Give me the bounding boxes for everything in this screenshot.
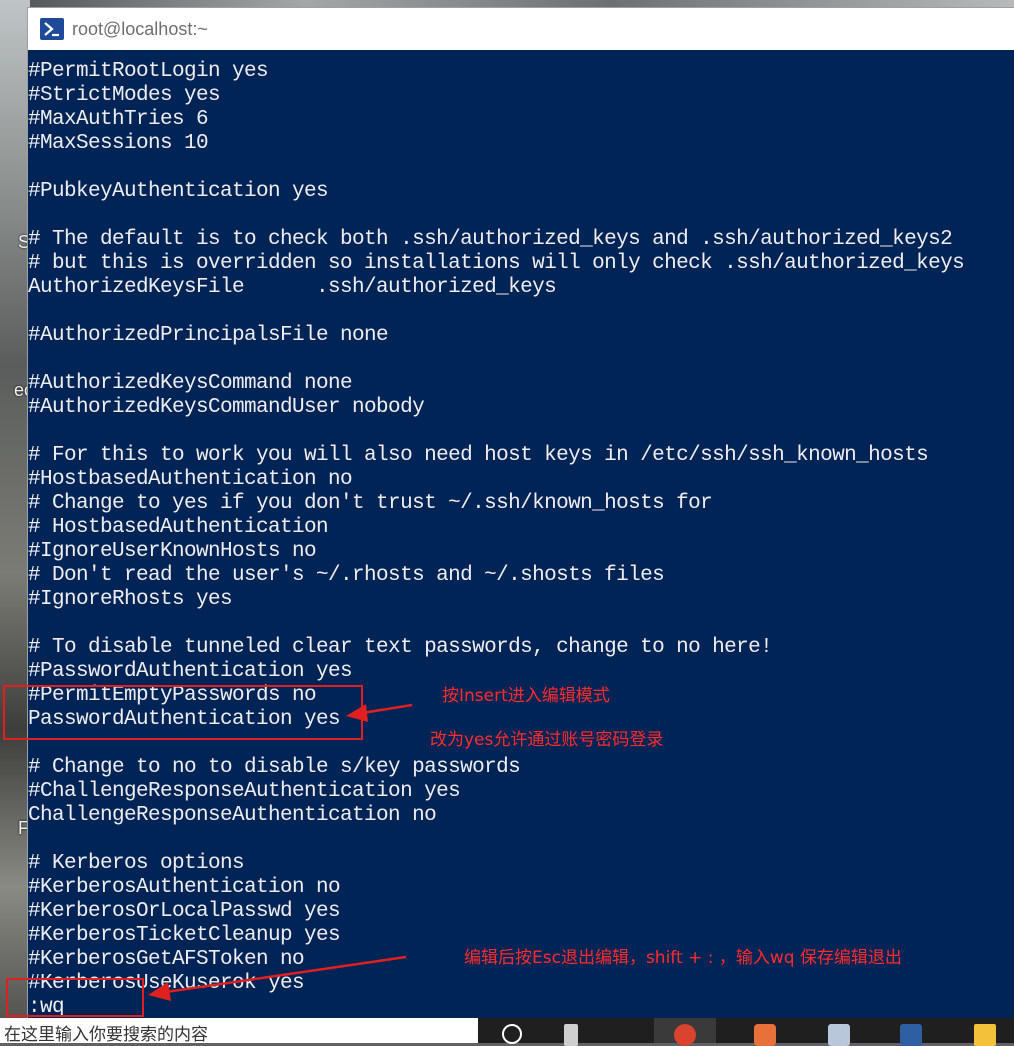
taskbar-search-placeholder: 在这里输入你要搜索的内容 [4, 1025, 208, 1043]
annotation-arrows [148, 703, 413, 1001]
arrow-to-wq [148, 955, 407, 1001]
taskbar-search-box[interactable]: 在这里输入你要搜索的内容 [0, 1018, 478, 1043]
taskbar-icon-tray [478, 1018, 1014, 1046]
arrow-to-password-line [346, 703, 413, 722]
windows-taskbar: 在这里输入你要搜索的内容 [0, 1018, 1014, 1046]
cortana-icon[interactable] [502, 1024, 522, 1044]
